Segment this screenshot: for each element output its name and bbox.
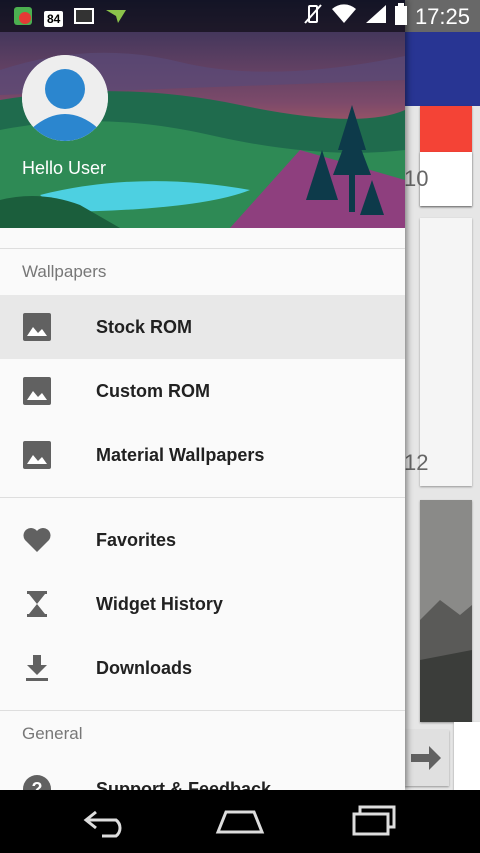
menu-item-label: Stock ROM [96, 316, 193, 337]
hourglass-icon [22, 589, 52, 619]
navigation-drawer: Hello User Wallpapers Stock ROM Custom R… [0, 0, 405, 790]
send-icon [105, 7, 127, 30]
menu-item-material-wallpapers[interactable]: Material Wallpapers [0, 423, 405, 487]
heart-icon [22, 525, 52, 555]
battery-84-icon: 84 [44, 10, 64, 27]
section-header-wallpapers: Wallpapers [22, 262, 107, 281]
menu-item-downloads[interactable]: Downloads [0, 636, 405, 700]
menu-item-favorites[interactable]: Favorites [0, 508, 405, 572]
card-number: 10 [404, 166, 429, 191]
menu-item-support-feedback[interactable]: ? Support & Feedback [0, 757, 405, 790]
menu-item-label: Favorites [96, 529, 177, 550]
image-icon [22, 312, 52, 342]
menu-item-label: Widget History [96, 593, 223, 614]
menu-item-custom-rom[interactable]: Custom ROM [0, 359, 405, 423]
help-icon: ? [22, 774, 52, 790]
card-number: 12 [404, 450, 429, 475]
system-nav-bar [0, 790, 480, 853]
home-button[interactable] [214, 806, 266, 843]
drawer-header: Hello User [0, 0, 405, 228]
avatar[interactable] [22, 55, 108, 141]
menu-item-stock-rom[interactable]: Stock ROM [0, 295, 405, 359]
home-icon [215, 810, 265, 834]
battery-icon [394, 3, 407, 30]
next-page-button[interactable] [405, 730, 449, 786]
recents-icon [352, 805, 396, 836]
vibrate-icon [303, 3, 323, 30]
user-avatar-icon [22, 55, 108, 141]
svg-text:?: ? [32, 779, 43, 790]
download-icon [22, 653, 52, 683]
menu-item-label: Material Wallpapers [96, 444, 265, 465]
wallpaper-card-label-1: 10 [404, 152, 472, 206]
app-notification-icon [12, 5, 34, 32]
menu-item-label: Support & Feedback [96, 778, 272, 791]
recents-button[interactable] [348, 804, 400, 843]
menu-item-widget-history[interactable]: Widget History [0, 572, 405, 636]
menu-item-label: Downloads [96, 657, 193, 678]
user-greeting[interactable]: Hello User [22, 158, 106, 179]
wifi-icon [331, 4, 357, 29]
screenshot-icon [73, 7, 95, 30]
section-header-general: General [22, 724, 83, 743]
image-icon [22, 376, 52, 406]
menu-item-label: Custom ROM [96, 380, 210, 401]
signal-icon [365, 4, 387, 29]
back-icon [83, 810, 122, 838]
wallpaper-card-photo[interactable] [420, 500, 472, 722]
battery-badge-value: 84 [47, 11, 61, 26]
wallpaper-card[interactable]: 12 [404, 218, 472, 486]
back-button[interactable] [82, 806, 132, 843]
clock: 17:25 [414, 3, 470, 29]
status-bar: 84 17:25 [0, 0, 480, 32]
image-icon [22, 440, 52, 470]
wallpaper-card[interactable] [454, 722, 480, 790]
